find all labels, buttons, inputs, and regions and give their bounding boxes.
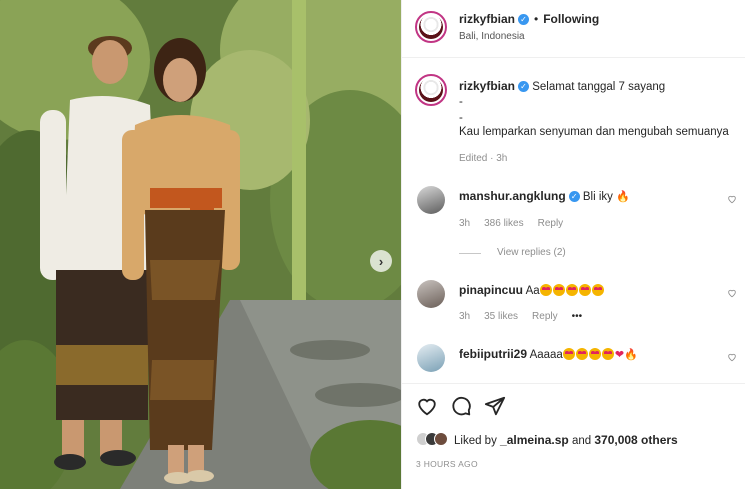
heart-eyes-emoji-icon (562, 348, 575, 360)
verified-badge-icon: ✓ (518, 14, 530, 26)
heart-eyes-emoji-icon (565, 284, 578, 296)
share-icon[interactable] (484, 395, 506, 417)
post-actions: Liked by _almeina.sp and 370,008 others … (402, 383, 745, 489)
separator-dot: • (534, 12, 539, 26)
comment-username[interactable]: manshur.angklung (459, 189, 566, 203)
red-heart-emoji-icon: ❤ (614, 349, 625, 361)
commenter-avatar[interactable] (417, 186, 445, 214)
caption-username[interactable]: rizkyfbian (459, 79, 515, 93)
comment-text: Bli iky (582, 191, 613, 203)
verified-badge-icon: ✓ (568, 191, 580, 203)
caption-meta: Edited · 3h (459, 153, 508, 164)
post-photo[interactable]: › (0, 0, 401, 489)
verified-badge-icon: ✓ (518, 81, 530, 93)
author-line: rizkyfbian ✓ • Following (459, 12, 599, 26)
author-username[interactable]: rizkyfbian (459, 12, 515, 26)
caption-line: Kau lemparkan senyuman dan mengubah semu… (459, 126, 729, 138)
comment-time: 3h (459, 311, 471, 322)
commenter-avatar[interactable] (417, 280, 445, 308)
comment-username[interactable]: febiiputrii29 (459, 347, 527, 361)
liked-by-prefix: Liked by (454, 435, 497, 447)
caption-avatar[interactable] (415, 74, 447, 106)
heart-eyes-emoji-icon (552, 284, 565, 296)
comment-body: pinapincuu Aa (459, 283, 605, 297)
liked-by-others[interactable]: 370,008 others (594, 433, 677, 447)
liked-by-user[interactable]: _almeina.sp (500, 433, 569, 447)
heart-eyes-emoji-icon (575, 348, 588, 360)
comment-likes[interactable]: 386 likes (484, 218, 523, 229)
heart-eyes-emoji-icon (539, 284, 552, 296)
comment-time: 3h (459, 218, 471, 229)
comment-like-heart-icon[interactable] (727, 194, 737, 204)
liker-avatar[interactable] (434, 432, 448, 446)
location-link[interactable]: Bali, Indonesia (459, 31, 525, 42)
comment-text: Aa (525, 285, 540, 297)
carousel-next-button[interactable]: › (370, 250, 392, 272)
comments-section[interactable]: rizkyfbian ✓ Selamat tanggal 7 sayang - -… (402, 58, 745, 382)
view-replies-button[interactable]: View replies (2) (497, 247, 566, 258)
caption-first-line: rizkyfbian ✓ Selamat tanggal 7 sayang (459, 79, 665, 93)
reply-button[interactable]: Reply (538, 218, 564, 229)
heart-icon[interactable] (416, 395, 438, 417)
comment-likes[interactable]: 35 likes (484, 311, 518, 322)
commenter-avatar[interactable] (417, 344, 445, 372)
liked-by-line: Liked by _almeina.sp and 370,008 others (454, 433, 678, 447)
caption-line: - (459, 96, 463, 108)
comment-like-heart-icon[interactable] (727, 288, 737, 298)
comment-meta: 3h 386 likes Reply (459, 218, 577, 229)
heart-eyes-emoji-icon (601, 348, 614, 360)
comment-meta: 3h 35 likes Reply ••• (459, 311, 596, 322)
comment-body: febiiputrii29 Aaaaa ❤🔥 (459, 347, 638, 361)
fire-emoji-icon: 🔥 (624, 349, 638, 361)
photo-illustration (0, 0, 401, 489)
comment-username[interactable]: pinapincuu (459, 283, 523, 297)
heart-eyes-emoji-icon (591, 284, 604, 296)
chevron-right-icon: › (378, 253, 384, 269)
post-timestamp[interactable]: 3 HOURS AGO (416, 459, 478, 469)
following-button[interactable]: Following (543, 12, 599, 26)
view-replies-divider (459, 253, 481, 254)
caption-text: Selamat tanggal 7 sayang (532, 81, 666, 93)
comment-body: manshur.angklung ✓ Bli iky 🔥 (459, 189, 630, 203)
post-side-panel: rizkyfbian ✓ • Following Bali, Indonesia ri… (401, 0, 745, 489)
caption-line: - (459, 112, 463, 124)
comment-icon[interactable] (450, 395, 472, 417)
reply-button[interactable]: Reply (532, 311, 558, 322)
heart-eyes-emoji-icon (588, 348, 601, 360)
comment-options-icon[interactable]: ••• (572, 311, 583, 322)
comment-text: Aaaaa (529, 349, 563, 361)
fire-emoji-icon: 🔥 (616, 191, 630, 203)
author-avatar[interactable] (415, 11, 447, 43)
comment-like-heart-icon[interactable] (727, 352, 737, 362)
post-header: rizkyfbian ✓ • Following Bali, Indonesia (402, 0, 745, 58)
heart-eyes-emoji-icon (578, 284, 591, 296)
liked-by-and: and (571, 435, 592, 447)
